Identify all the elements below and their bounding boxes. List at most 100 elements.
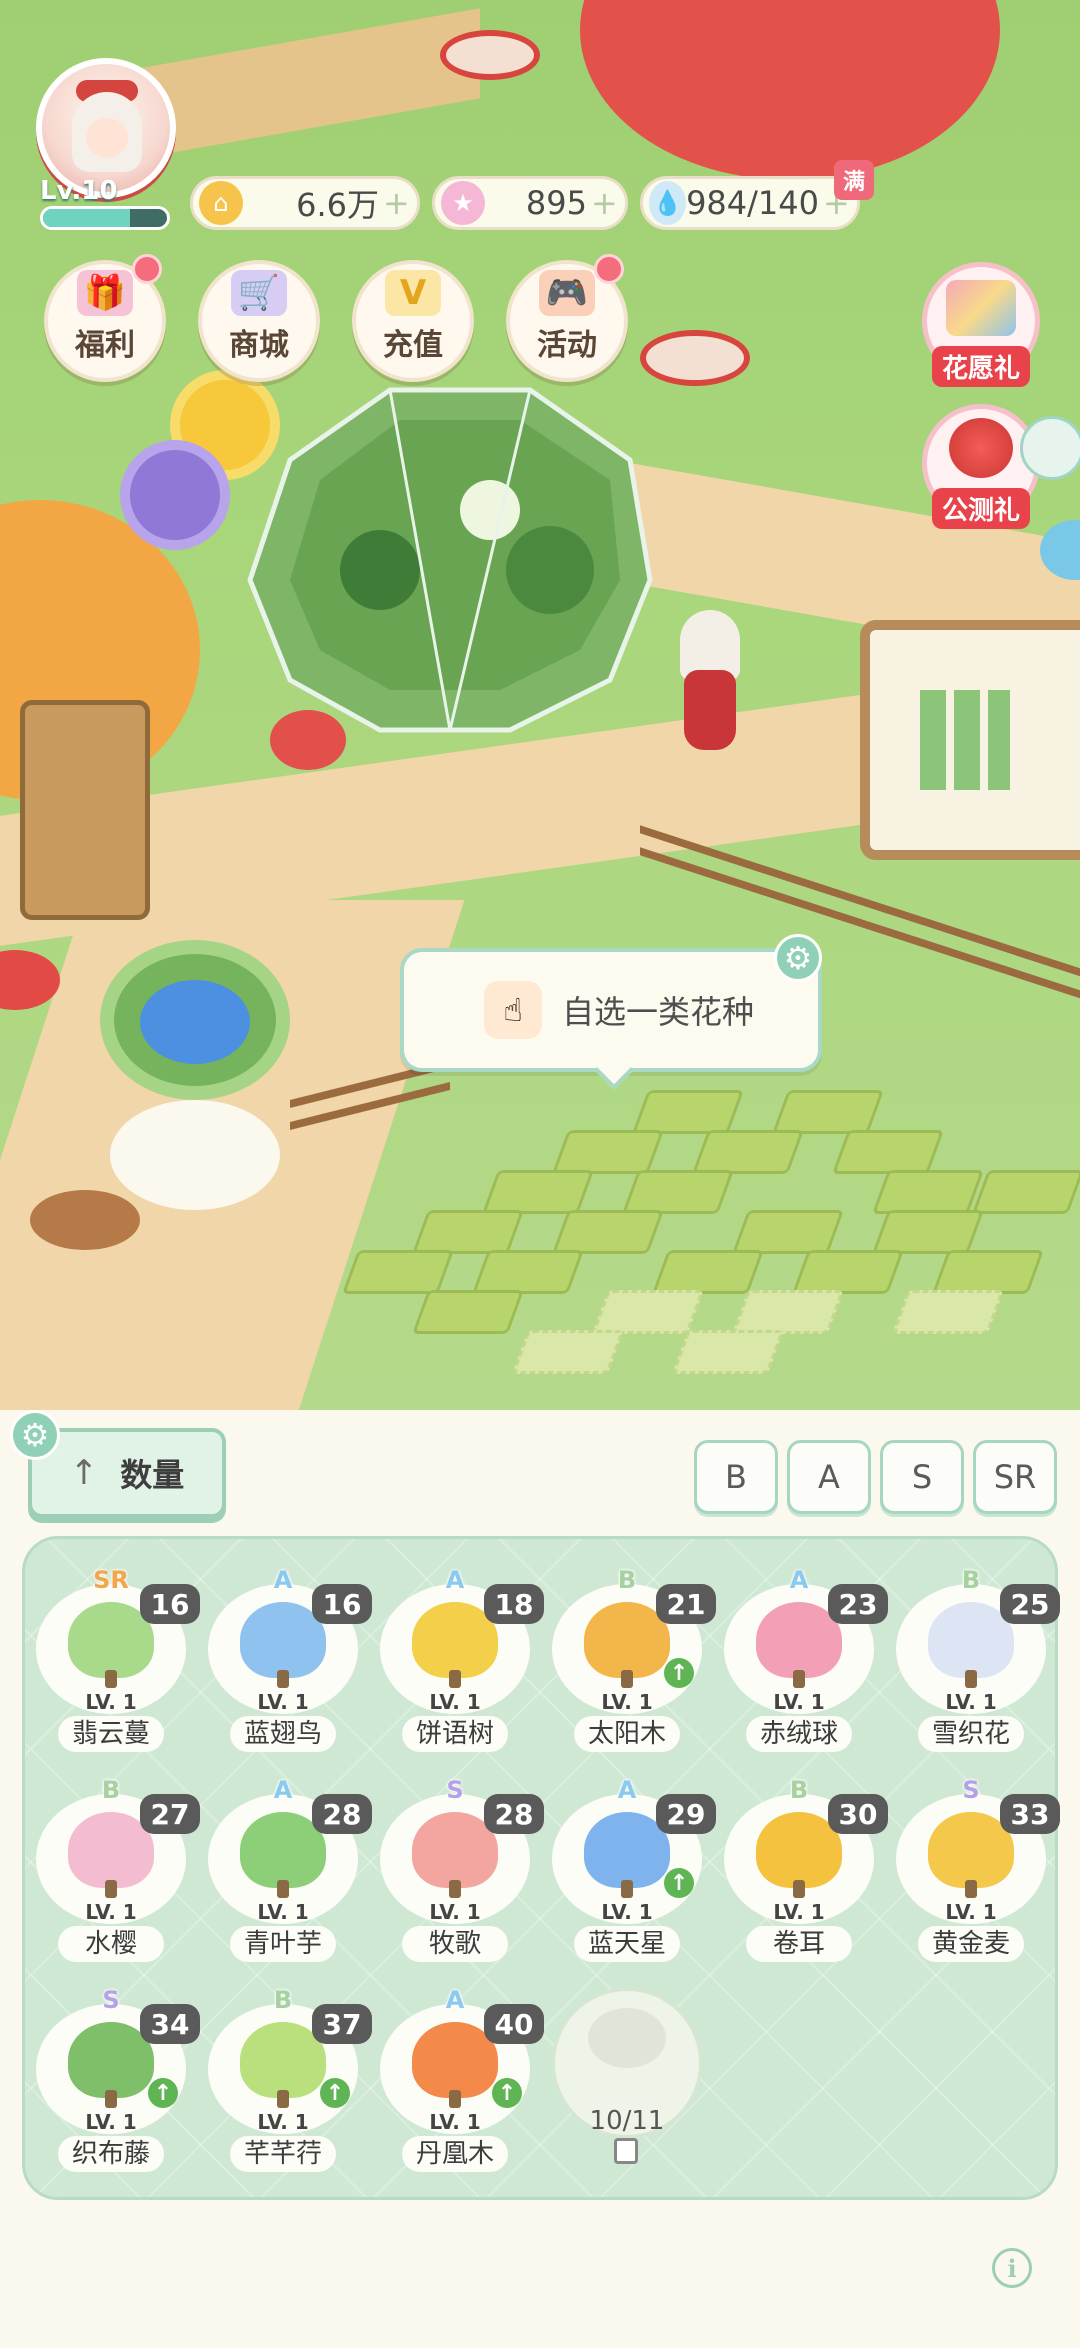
seed-count: 28 bbox=[312, 1794, 372, 1834]
menu-welfare-button[interactable]: 🎁 福利 bbox=[44, 254, 166, 382]
plant-card[interactable]: B 21 LV. 1 太阳木 ↑ bbox=[552, 1566, 716, 1752]
plant-level: LV. 1 bbox=[773, 1690, 825, 1714]
tooltip-text: 自选一类花种 bbox=[562, 993, 755, 1031]
garden-plot[interactable] bbox=[671, 1330, 785, 1374]
menu-shop-button[interactable]: 🛒 商城 bbox=[198, 260, 320, 382]
exp-bar-fill bbox=[43, 209, 130, 227]
plant-stem bbox=[449, 1670, 461, 1688]
garden-plot[interactable] bbox=[471, 1250, 585, 1294]
upgrade-arrow-icon[interactable]: ↑ bbox=[320, 2078, 350, 2108]
flower-wish-gift-button[interactable]: 花愿礼 bbox=[922, 262, 1040, 387]
seed-count: 23 bbox=[828, 1584, 888, 1624]
garden-plot[interactable] bbox=[871, 1170, 985, 1214]
garden-plot[interactable] bbox=[651, 1250, 765, 1294]
garden-plot[interactable] bbox=[691, 1130, 805, 1174]
garden-plot[interactable] bbox=[931, 1250, 1045, 1294]
garden-plot[interactable] bbox=[591, 1290, 705, 1334]
greenhouse[interactable] bbox=[230, 350, 670, 750]
plant-card[interactable]: A 18 LV. 1 饼语树 bbox=[380, 1566, 544, 1752]
garden-plot[interactable] bbox=[411, 1290, 525, 1334]
rarity-badge: A bbox=[445, 1986, 465, 2014]
white-lily bbox=[110, 1100, 280, 1210]
garden-plot[interactable] bbox=[551, 1210, 665, 1254]
garden-plot[interactable] bbox=[511, 1330, 625, 1374]
rarity-badge: A bbox=[273, 1776, 293, 1804]
gear-icon[interactable]: ⚙ bbox=[774, 934, 822, 982]
sofa-icon[interactable] bbox=[1020, 416, 1080, 480]
apple-house[interactable] bbox=[580, 0, 1000, 180]
locked-slot[interactable]: 10/11 bbox=[544, 1988, 710, 2168]
plant-card[interactable]: A 28 LV. 1 青叶芋 bbox=[208, 1776, 372, 1962]
gear-icon[interactable]: ⚙ bbox=[10, 1410, 60, 1460]
info-icon[interactable]: i bbox=[992, 2248, 1032, 2288]
plant-stem bbox=[449, 2090, 461, 2108]
apple-slice bbox=[440, 30, 540, 80]
plant-card[interactable]: B 37 LV. 1 芊芊荇 ↑ bbox=[208, 1986, 372, 2172]
plant-level: LV. 1 bbox=[773, 1900, 825, 1924]
filter-rank-sr[interactable]: SR bbox=[973, 1440, 1057, 1514]
garden-plot[interactable] bbox=[631, 1090, 745, 1134]
star-value: 895 bbox=[525, 184, 587, 222]
plant-card[interactable]: A 23 LV. 1 赤绒球 bbox=[724, 1566, 888, 1752]
garden-plot[interactable] bbox=[481, 1170, 595, 1214]
rarity-badge: S bbox=[446, 1776, 464, 1804]
upgrade-arrow-icon[interactable]: ↑ bbox=[664, 1868, 694, 1898]
garden-plot[interactable] bbox=[731, 1210, 845, 1254]
garden-plot[interactable] bbox=[871, 1210, 985, 1254]
plant-stem bbox=[793, 1880, 805, 1898]
fountain-water bbox=[140, 980, 250, 1064]
plant-name: 蓝天星 bbox=[574, 1926, 680, 1962]
rarity-badge: B bbox=[789, 1776, 809, 1804]
garden-plot[interactable] bbox=[411, 1210, 525, 1254]
garden-plot[interactable] bbox=[971, 1170, 1080, 1214]
garden-plot[interactable] bbox=[341, 1250, 455, 1294]
plant-card[interactable]: S 33 LV. 1 黄金麦 bbox=[896, 1776, 1060, 1962]
plant-card[interactable]: S 34 LV. 1 织布藤 ↑ bbox=[36, 1986, 200, 2172]
filter-rank-b[interactable]: B bbox=[694, 1440, 778, 1514]
plant-card[interactable]: A 29 LV. 1 蓝天星 ↑ bbox=[552, 1776, 716, 1962]
gold-pill[interactable]: ⌂ 6.6万 + bbox=[190, 176, 420, 230]
upgrade-arrow-icon[interactable]: ↑ bbox=[148, 2078, 178, 2108]
garden-plot[interactable] bbox=[621, 1170, 735, 1214]
garden-plot[interactable] bbox=[551, 1130, 665, 1174]
garden-plot[interactable] bbox=[891, 1290, 1005, 1334]
menu-label: 福利 bbox=[75, 328, 135, 363]
rarity-badge: B bbox=[273, 1986, 293, 2014]
menu-activity-button[interactable]: 🎮 活动 bbox=[506, 254, 628, 382]
garden-plot[interactable] bbox=[791, 1250, 905, 1294]
player-character[interactable] bbox=[670, 610, 750, 760]
wooden-door[interactable] bbox=[20, 700, 150, 920]
seed-count: 33 bbox=[1000, 1794, 1060, 1834]
plant-card[interactable]: B 27 LV. 1 水樱 bbox=[36, 1776, 200, 1962]
star-pill[interactable]: ★ 895 + bbox=[432, 176, 628, 230]
rarity-badge: S bbox=[102, 1986, 120, 2014]
seed-select-tooltip[interactable]: ☝ 自选一类花种 ⚙ bbox=[400, 934, 822, 1072]
upgrade-arrow-icon[interactable]: ↑ bbox=[492, 2078, 522, 2108]
plant-card[interactable]: SR 16 LV. 1 翡云蔓 bbox=[36, 1566, 200, 1752]
filter-rank-s[interactable]: S bbox=[880, 1440, 964, 1514]
coin-icon: ⌂ bbox=[199, 181, 243, 225]
beta-gift-button[interactable]: 公测礼 bbox=[922, 404, 1040, 529]
garden-plot[interactable] bbox=[731, 1290, 845, 1334]
notice-board[interactable] bbox=[860, 620, 1080, 860]
rarity-badge: A bbox=[617, 1776, 637, 1804]
plant-card[interactable]: S 28 LV. 1 牧歌 bbox=[380, 1776, 544, 1962]
plant-card[interactable]: B 25 LV. 1 雪织花 bbox=[896, 1566, 1060, 1752]
plant-card[interactable]: B 30 LV. 1 卷耳 bbox=[724, 1776, 888, 1962]
plant-stem bbox=[449, 1880, 461, 1898]
upgrade-arrow-icon[interactable]: ↑ bbox=[664, 1658, 694, 1688]
plant-card[interactable]: A 40 LV. 1 丹凰木 ↑ bbox=[380, 1986, 544, 2172]
garden-plot[interactable] bbox=[771, 1090, 885, 1134]
water-pill[interactable]: 💧 984/140 + bbox=[640, 176, 860, 230]
plant-name: 卷耳 bbox=[746, 1926, 852, 1962]
menu-recharge-button[interactable]: V 充值 bbox=[352, 260, 474, 382]
add-gold-icon[interactable]: + bbox=[383, 184, 410, 222]
plant-stem bbox=[965, 1880, 977, 1898]
add-star-icon[interactable]: + bbox=[591, 184, 618, 222]
plant-name: 赤绒球 bbox=[746, 1716, 852, 1752]
plant-card[interactable]: A 16 LV. 1 蓝翅鸟 bbox=[208, 1566, 372, 1752]
sort-label: 数量 bbox=[120, 1456, 185, 1494]
garden-plot[interactable] bbox=[831, 1130, 945, 1174]
plant-name: 芊芊荇 bbox=[230, 2136, 336, 2172]
filter-rank-a[interactable]: A bbox=[787, 1440, 871, 1514]
